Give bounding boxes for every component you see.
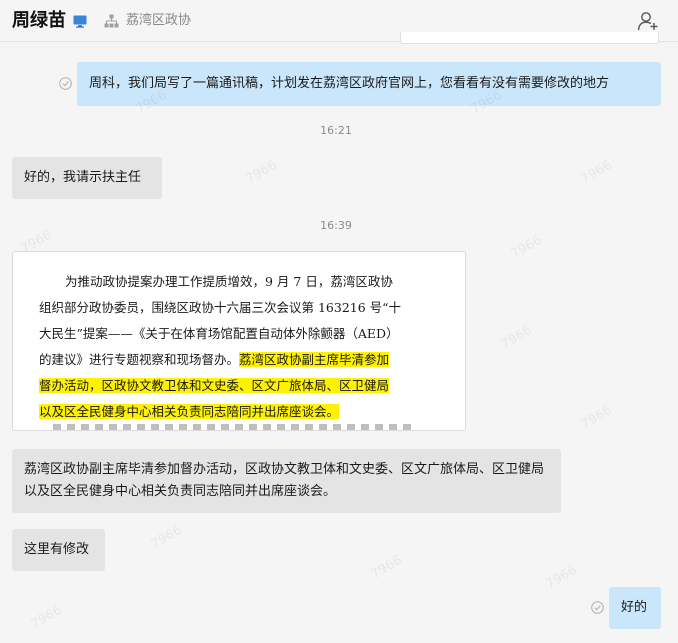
message-text: 周科，我们局写了一篇通讯稿，计划发在荔湾区政府官网上，您看看有没有需要修改的地方	[89, 76, 610, 91]
document-line: 组织部分政协委员，围绕区政协十六届三次会议第 163216 号“十	[39, 300, 402, 315]
watermark: 7966	[543, 562, 580, 593]
cut-off-text-line	[53, 424, 413, 430]
highlighted-text: 督办活动，区政协文教卫体和文史委、区文广旅体局、区卫健局	[39, 378, 390, 393]
highlighted-text: 荔湾区政协副主席毕清参加	[239, 352, 390, 367]
message-bubble-received[interactable]: 好的，我请示扶主任	[12, 157, 162, 199]
organization-name[interactable]: 荔湾区政协	[126, 13, 191, 29]
message-text: 好的	[621, 600, 648, 615]
watermark: 7966	[28, 602, 65, 633]
add-member-icon[interactable]	[637, 11, 659, 31]
desktop-online-icon	[73, 15, 87, 28]
document-line: 的建议》进行专题视察和现场督办。荔湾区政协副主席毕清参加	[39, 347, 390, 372]
message-bubble-received[interactable]: 这里有修改	[12, 529, 105, 571]
message-bubble-received[interactable]: 荔湾区政协副主席毕清参加督办活动，区政协文教卫体和文史委、区文广旅体局、区卫健局…	[12, 449, 561, 513]
read-receipt-icon	[591, 601, 604, 614]
highlighted-text: 以及区全民健身中心相关负责同志陪同并出席座谈会。	[39, 404, 340, 419]
watermark: 7966	[508, 232, 545, 263]
document-text: 的建议》进行专题视察和现场督办。	[39, 352, 240, 367]
document-line: 以及区全民健身中心相关负责同志陪同并出席座谈会。	[39, 399, 340, 424]
contact-name[interactable]: 周绿苗	[12, 10, 66, 32]
timestamp: 16:39	[320, 219, 352, 232]
message-bubble-sent[interactable]: 周科，我们局写了一篇通讯稿，计划发在荔湾区政府官网上，您看看有没有需要修改的地方	[77, 62, 661, 106]
message-text: 这里有修改	[24, 542, 90, 557]
organization-icon	[104, 14, 119, 28]
watermark: 7966	[243, 157, 280, 188]
timestamp: 16:21	[320, 124, 352, 137]
watermark: 7966	[148, 522, 185, 553]
watermark: 7966	[498, 322, 535, 353]
message-bubble-sent[interactable]: 好的	[609, 587, 661, 629]
read-receipt-icon	[59, 77, 72, 90]
watermark: 7966	[368, 552, 405, 583]
watermark: 7966	[578, 402, 615, 433]
watermark: 7966	[578, 157, 615, 188]
document-line: 为推动政协提案办理工作提质增效，9 月 7 日，荔湾区政协	[65, 274, 393, 289]
message-text: 荔湾区政协副主席毕清参加督办活动，区政协文教卫体和文史委、区文广旅体局、区卫健局…	[24, 462, 545, 499]
previous-message-bubble[interactable]	[400, 32, 659, 44]
document-line: 督办活动，区政协文教卫体和文史委、区文广旅体局、区卫健局	[39, 373, 390, 398]
message-text: 好的，我请示扶主任	[24, 170, 142, 185]
document-line: 大民生”提案——《关于在体育场馆配置自动体外除颤器（AED）	[39, 326, 399, 341]
document-image-message[interactable]: 为推动政协提案办理工作提质增效，9 月 7 日，荔湾区政协 组织部分政协委员，围…	[12, 251, 466, 431]
